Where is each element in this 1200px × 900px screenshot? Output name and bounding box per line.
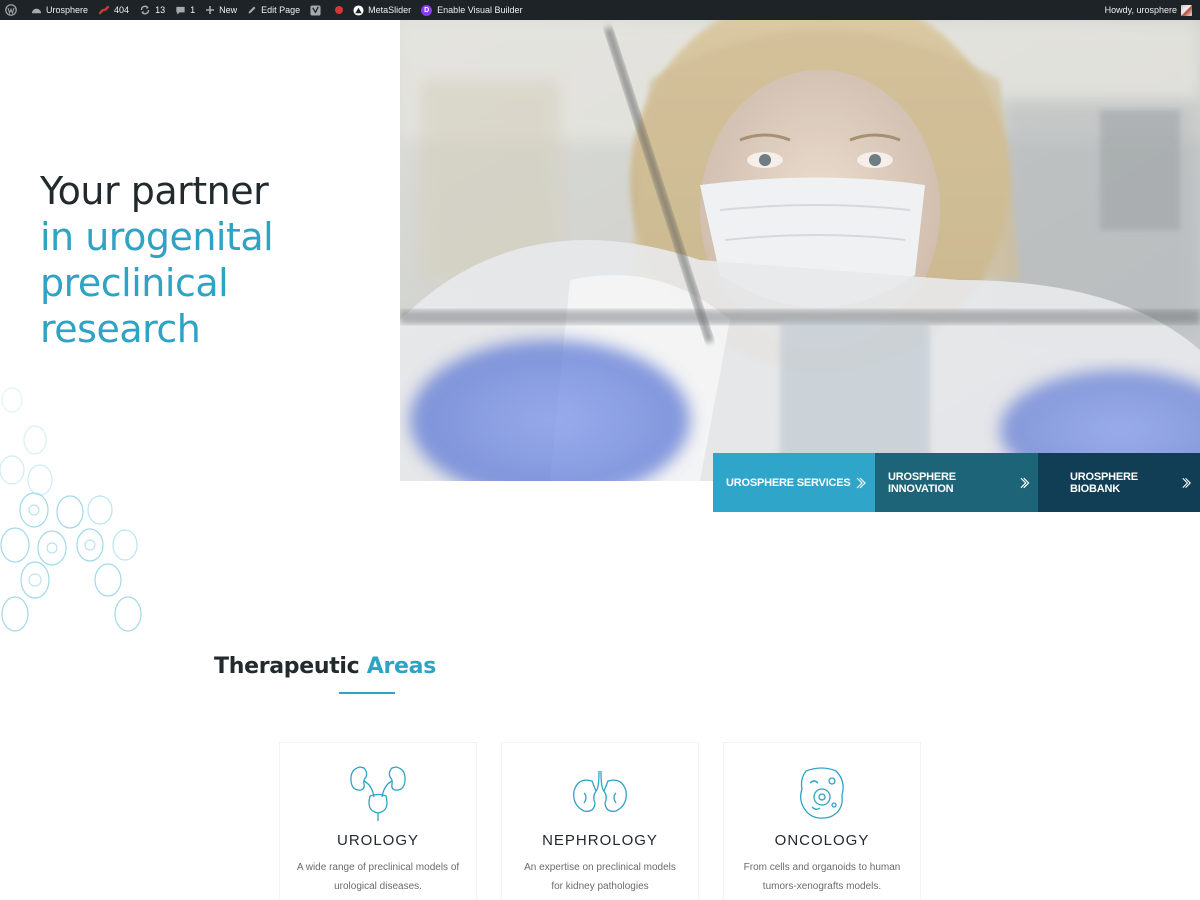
scientist-lab-image — [400, 20, 1200, 481]
cell-icon — [800, 767, 844, 819]
title-accent-part: Areas — [366, 654, 437, 679]
title-underline — [339, 692, 395, 694]
red-status-dot-icon — [335, 6, 344, 14]
howdy-label: Howdy, urosphere — [1104, 5, 1177, 15]
hero-title: Your partner in urogenital preclinical r… — [40, 168, 400, 352]
cells-decoration-icon — [0, 387, 142, 632]
urology-icon — [350, 766, 406, 821]
edit-page-link[interactable]: Edit Page — [242, 0, 305, 20]
urosphere-innovation-label: UROSPHERE INNOVATION — [888, 470, 956, 495]
oncology-description: From cells and organoids to human tumors… — [738, 858, 906, 896]
seo-status-indicator[interactable] — [330, 0, 348, 20]
comment-icon — [176, 6, 185, 15]
kidneys-icon — [573, 770, 627, 812]
updates-link[interactable]: 13 — [134, 0, 170, 20]
hero-title-line-2: in urogenital — [40, 215, 274, 259]
nephrology-title: NEPHROLOGY — [542, 832, 658, 849]
urology-title: UROLOGY — [336, 832, 419, 849]
title-dark-part: Therapeutic — [214, 654, 360, 679]
broken-links-count: 404 — [114, 5, 130, 15]
urology-card[interactable]: UROLOGY A wide range of preclinical mode… — [279, 742, 477, 900]
decorative-cell-pattern — [0, 380, 150, 640]
hero-nav-buttons: UROSPHERE SERVICES UROSPHERE INNOVATION … — [713, 453, 1200, 512]
urology-description: A wide range of preclinical models of ur… — [294, 858, 462, 896]
urosphere-biobank-label: UROSPHERE BIOBANK — [1070, 470, 1138, 495]
avatar — [1181, 4, 1192, 16]
hero-title-line-1: Your partner — [40, 169, 269, 213]
edit-page-label: Edit Page — [261, 5, 301, 15]
urosphere-biobank-button[interactable]: UROSPHERE BIOBANK — [1038, 453, 1200, 512]
dashboard-icon — [31, 8, 42, 13]
comments-link[interactable]: 1 — [170, 0, 200, 20]
double-chevron-right-icon — [856, 477, 866, 488]
double-chevron-right-icon — [1020, 477, 1029, 488]
therapeutic-cards: UROLOGY A wide range of preclinical mode… — [279, 742, 921, 900]
divi-icon: D — [421, 4, 433, 16]
oncology-card[interactable]: ONCOLOGY From cells and organoids to hum… — [723, 742, 921, 900]
urology-description-line-2: urological diseases. — [334, 881, 422, 892]
nephrology-description-line-2: for kidney pathologies — [551, 881, 649, 892]
plus-icon — [206, 6, 215, 14]
new-label: New — [219, 5, 238, 15]
broken-link-icon — [98, 5, 110, 15]
yoast-icon — [310, 4, 321, 16]
broken-links-link[interactable]: 404 — [93, 0, 134, 20]
comments-count: 1 — [190, 5, 196, 15]
visual-builder-label: Enable Visual Builder — [437, 5, 523, 15]
wordpress-logo-button[interactable] — [0, 0, 26, 20]
updates-icon — [140, 5, 150, 15]
oncology-title: ONCOLOGY — [774, 832, 870, 849]
metaslider-label: MetaSlider — [368, 5, 412, 15]
hero-lab-photo — [400, 20, 1200, 481]
wordpress-icon — [5, 4, 17, 16]
visual-builder-link[interactable]: D Enable Visual Builder — [416, 0, 527, 20]
site-name-label: Urosphere — [46, 5, 89, 15]
site-name-link[interactable]: Urosphere — [26, 0, 93, 20]
metaslider-link[interactable]: MetaSlider — [348, 0, 416, 20]
urosphere-services-label: UROSPHERE SERVICES — [726, 476, 851, 489]
therapeutic-areas-title: Therapeutic Areas — [214, 654, 436, 679]
urosphere-innovation-button[interactable]: UROSPHERE INNOVATION — [875, 453, 1038, 512]
updates-count: 13 — [155, 5, 166, 15]
urology-description-line-1: A wide range of preclinical models of — [296, 862, 460, 873]
nephrology-description: An expertise on preclinical models for k… — [516, 858, 684, 896]
pencil-icon — [248, 6, 256, 14]
new-content-link[interactable]: New — [200, 0, 242, 20]
double-chevron-right-icon — [1182, 477, 1191, 488]
my-account-link[interactable]: Howdy, urosphere — [1100, 0, 1200, 20]
urosphere-services-button[interactable]: UROSPHERE SERVICES — [713, 453, 875, 512]
hero-title-line-3: preclinical research — [40, 261, 229, 351]
oncology-description-line-2: tumors-xenografts models. — [762, 881, 882, 892]
metaslider-icon — [353, 4, 364, 16]
oncology-description-line-1: From cells and organoids to human — [743, 862, 901, 873]
wp-admin-bar: Urosphere 404 13 1 New Edit Page MetaSli… — [0, 0, 1200, 20]
nephrology-card[interactable]: NEPHROLOGY An expertise on preclinical m… — [501, 742, 699, 900]
yoast-seo-button[interactable] — [305, 0, 330, 20]
nephrology-description-line-1: An expertise on preclinical models — [524, 862, 676, 873]
